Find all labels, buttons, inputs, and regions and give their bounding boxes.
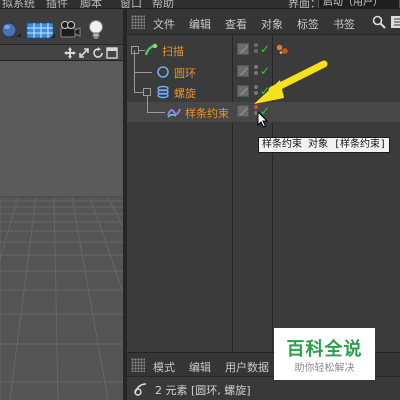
rotate-view-icon[interactable]	[92, 47, 104, 59]
selection-status: 2 元素 [圆环, 螺旋]	[155, 384, 251, 397]
om-menu-file[interactable]: 文件	[153, 16, 175, 32]
tree-connector	[147, 96, 148, 112]
menu-item-simulation[interactable]: 拟系统	[2, 0, 35, 8]
object-name[interactable]: 螺旋	[174, 85, 196, 101]
helix-spline-icon	[156, 85, 170, 99]
object-manager-options-icon[interactable]	[389, 14, 400, 30]
object-manager-menubar: 文件 编辑 查看 对象 标签 书签	[127, 9, 400, 35]
am-menu-user-data[interactable]: 用户数据	[225, 359, 269, 375]
collapse-toggle-icon[interactable]	[131, 46, 139, 54]
menu-item-window[interactable]: 窗口	[120, 0, 142, 8]
enabled-check-icon[interactable]: ✓	[260, 42, 270, 56]
om-menu-objects[interactable]: 对象	[261, 16, 283, 32]
menu-item-script[interactable]: 脚本	[80, 0, 102, 8]
menu-item-plugins[interactable]: 插件	[46, 0, 68, 8]
camera-icon[interactable]	[58, 19, 82, 41]
layout-label: 界面：	[288, 0, 321, 9]
panel-grip-icon[interactable]	[131, 358, 145, 372]
visibility-dots[interactable]	[253, 42, 259, 56]
perspective-floor-grid	[0, 61, 123, 400]
spline-wrap-icon	[167, 105, 181, 119]
light-bulb-icon[interactable]	[86, 19, 106, 41]
tree-connector	[134, 72, 152, 73]
multiple-objects-icon	[133, 381, 149, 397]
search-icon[interactable]	[371, 14, 387, 30]
om-menu-edit[interactable]: 编辑	[189, 16, 211, 32]
tree-connector	[147, 112, 165, 113]
tree-connector	[134, 92, 143, 93]
menu-item-help[interactable]: 帮助	[152, 0, 174, 8]
panel-grip-icon[interactable]	[131, 15, 145, 29]
move-view-icon[interactable]	[64, 47, 76, 59]
maximize-view-icon[interactable]	[106, 47, 118, 59]
phong-tag-icon[interactable]	[276, 44, 290, 56]
viewport-toolbar	[0, 9, 123, 45]
am-menu-mode[interactable]: 模式	[153, 359, 175, 375]
attribute-status-row: 2 元素 [圆环, 螺旋]	[127, 377, 400, 400]
tree-connector	[134, 50, 135, 72]
object-name[interactable]: 圆环	[174, 65, 196, 81]
object-name[interactable]: 样条约束	[185, 105, 229, 121]
watermark-title: 百科全说	[286, 339, 363, 360]
object-name[interactable]: 扫描	[162, 43, 184, 59]
tree-connector	[134, 72, 135, 92]
zoom-view-icon[interactable]	[78, 47, 90, 59]
mouse-cursor-icon	[257, 111, 269, 128]
om-menu-view[interactable]: 查看	[225, 16, 247, 32]
object-row-sweep[interactable]: 扫描 ✓	[127, 40, 400, 60]
annotation-arrow-icon	[254, 60, 328, 104]
3d-viewport[interactable]	[0, 61, 123, 400]
object-tooltip: 样条约束 对象 [样条约束]	[258, 137, 391, 153]
floor-grid-icon[interactable]	[26, 19, 56, 41]
layer-toggle[interactable]	[237, 43, 249, 55]
main-menubar: 拟系统 插件 脚本 窗口 帮助 界面： 启动（用户）	[0, 0, 400, 9]
sweep-icon	[144, 43, 158, 57]
am-menu-edit[interactable]: 编辑	[189, 359, 211, 375]
viewport-header	[0, 45, 123, 61]
om-menu-bookmarks[interactable]: 书签	[333, 16, 355, 32]
watermark-subtitle: 助你轻松解决	[294, 363, 355, 374]
circle-spline-icon	[156, 65, 170, 79]
om-menu-tags[interactable]: 标签	[297, 16, 319, 32]
sphere-primitive-icon[interactable]	[0, 19, 22, 41]
layout-select[interactable]: 启动（用户）	[318, 0, 400, 8]
watermark: 百科全说 助你轻松解决	[274, 328, 375, 380]
collapse-toggle-icon[interactable]	[143, 88, 151, 96]
